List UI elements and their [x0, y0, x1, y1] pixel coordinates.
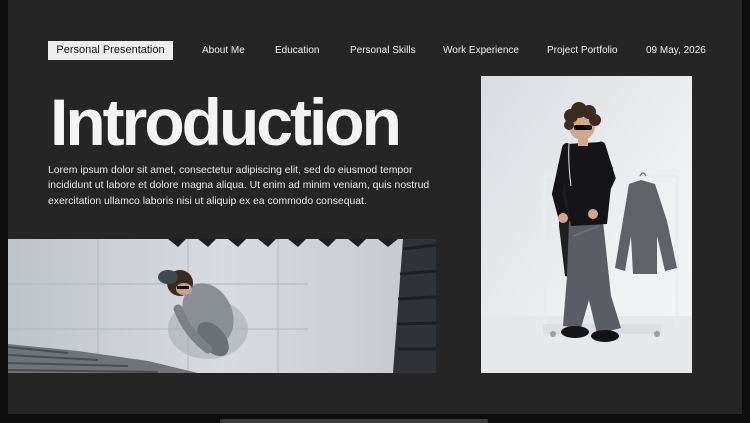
nav-item-project-portfolio[interactable]: Project Portfolio: [547, 44, 618, 57]
nav-item-about-me[interactable]: About Me: [202, 44, 245, 57]
portrait-photo: [481, 76, 692, 373]
nav-item-work-experience[interactable]: Work Experience: [443, 44, 519, 57]
intro-paragraph: Lorem ipsum dolor sit amet, consectetur …: [48, 165, 430, 207]
presentation-slide: Personal Presentation About Me Education…: [8, 0, 742, 414]
nav-item-education[interactable]: Education: [275, 44, 319, 57]
nav-brand-tab[interactable]: Personal Presentation: [48, 41, 173, 60]
presentation-date: 09 May, 2026: [646, 45, 706, 56]
slide-scroll-indicator: [220, 419, 488, 423]
page-title: Introduction: [50, 85, 402, 159]
nav-item-personal-skills[interactable]: Personal Skills: [350, 44, 416, 57]
stairwell-photo: [8, 239, 436, 373]
